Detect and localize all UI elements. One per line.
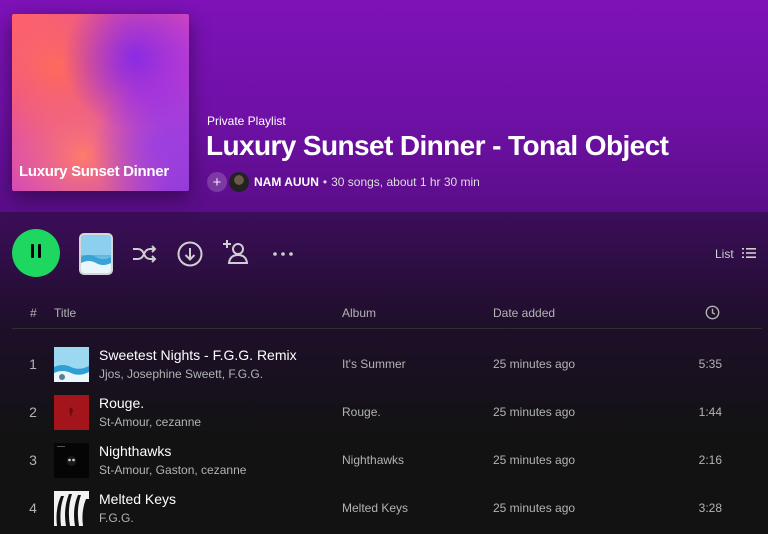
playlist-meta: + NAM AUUN • 30 songs, about 1 hr 30 min: [207, 171, 480, 193]
track-album[interactable]: It's Summer: [342, 357, 406, 371]
track-album[interactable]: Melted Keys: [342, 501, 408, 515]
track-date-added: 25 minutes ago: [493, 501, 576, 515]
table-row[interactable]: 1 Sweetest Nights - F.G.G. Remix Jjos, J…: [0, 341, 768, 389]
header-title[interactable]: Title: [54, 306, 76, 320]
track-date-added: 25 minutes ago: [493, 453, 576, 467]
track-title[interactable]: Melted Keys: [99, 491, 176, 507]
track-artists[interactable]: St-Amour, cezanne: [99, 415, 201, 429]
thumbnail-art: [81, 235, 111, 273]
cover-title-text: Luxury Sunset Dinner: [19, 163, 169, 180]
track-number: 3: [29, 452, 37, 468]
table-row[interactable]: 3 Nighthawks St-Amour, Gaston, cezanne N…: [0, 437, 768, 485]
track-duration: 1:44: [698, 405, 722, 419]
playlist-stats: 30 songs, about 1 hr 30 min: [331, 175, 480, 189]
playlist-cover-thumbnail[interactable]: [79, 233, 113, 275]
track-number: 2: [29, 404, 37, 420]
track-number: 1: [29, 356, 37, 372]
clock-icon[interactable]: [705, 305, 720, 320]
album-art: [54, 491, 89, 526]
list-view-icon[interactable]: [742, 246, 756, 260]
track-album[interactable]: Rouge.: [342, 405, 381, 419]
track-date-added: 25 minutes ago: [493, 357, 576, 371]
pause-button[interactable]: [12, 229, 60, 277]
header-divider: [12, 328, 762, 329]
track-duration: 2:16: [698, 453, 722, 467]
table-row[interactable]: 2 Rouge. St-Amour, cezanne Rouge. 25 min…: [0, 389, 768, 437]
album-art: [54, 395, 89, 430]
playlist-type-label: Private Playlist: [207, 114, 286, 128]
album-art: [54, 443, 89, 478]
track-title[interactable]: Rouge.: [99, 395, 144, 411]
track-duration: 5:35: [698, 357, 722, 371]
track-number: 4: [29, 500, 37, 516]
owner-name[interactable]: NAM AUUN: [254, 175, 319, 189]
view-mode-label[interactable]: List: [715, 247, 734, 261]
more-options-icon[interactable]: [270, 240, 298, 268]
header-date-added[interactable]: Date added: [493, 306, 555, 320]
album-art: [54, 347, 89, 382]
track-album[interactable]: Nighthawks: [342, 453, 404, 467]
add-user-icon[interactable]: [222, 238, 250, 266]
track-date-added: 25 minutes ago: [493, 405, 576, 419]
download-icon[interactable]: [176, 240, 204, 268]
header-number: #: [30, 306, 37, 320]
track-artists[interactable]: Jjos, Josephine Sweett, F.G.G.: [99, 367, 263, 381]
header-album[interactable]: Album: [342, 306, 376, 320]
table-row[interactable]: 4 Melted Keys F.G.G. Melted Keys 25 minu…: [0, 485, 768, 533]
page-title[interactable]: Luxury Sunset Dinner - Tonal Object: [206, 130, 669, 162]
playlist-cover[interactable]: Luxury Sunset Dinner: [12, 14, 189, 191]
track-duration: 3:28: [698, 501, 722, 515]
pause-icon: [29, 243, 43, 263]
track-title[interactable]: Nighthawks: [99, 443, 171, 459]
track-artists[interactable]: F.G.G.: [99, 511, 134, 525]
track-artists[interactable]: St-Amour, Gaston, cezanne: [99, 463, 246, 477]
tracklist-header: # Title Album Date added: [0, 298, 768, 328]
avatar[interactable]: [229, 172, 249, 192]
add-collaborator-icon[interactable]: +: [207, 172, 227, 192]
track-title[interactable]: Sweetest Nights - F.G.G. Remix: [99, 347, 297, 363]
meta-separator: •: [322, 175, 328, 189]
shuffle-icon[interactable]: [130, 240, 158, 268]
